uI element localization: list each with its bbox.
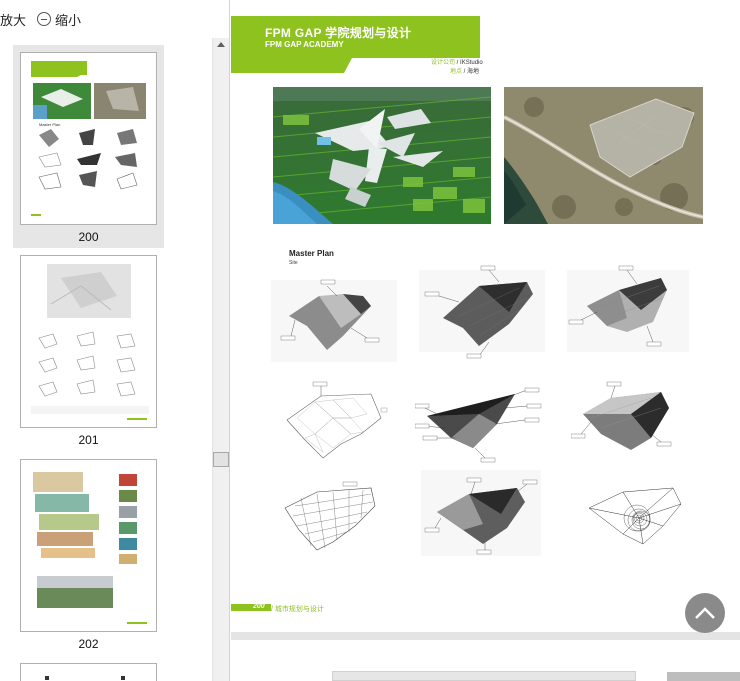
zoom-out-label: 缩小 <box>55 12 82 28</box>
footer-accent-bar <box>231 604 271 611</box>
site-key: 地点 <box>450 69 463 75</box>
thumbnail-page-number: 202 <box>78 637 99 651</box>
site-diagram-5 <box>415 387 542 463</box>
thumbnail-page-number: 201 <box>78 433 99 447</box>
site-diagram-6 <box>571 381 672 450</box>
next-document-page <box>231 640 740 681</box>
zoom-out-icon <box>37 12 52 26</box>
document-subtitle: FPM GAP ACADEMY <box>265 40 344 49</box>
thumbnail-item[interactable]: 201 <box>13 248 164 452</box>
site-diagram-3 <box>567 265 689 352</box>
site-satellite-image <box>504 87 703 224</box>
site-line: 地点 / 海地 <box>450 69 480 75</box>
site-diagram-4 <box>286 381 388 459</box>
scrollbar-thumb[interactable] <box>213 452 229 467</box>
footer-page-number: 200 <box>253 603 265 610</box>
campus-render-image <box>273 87 491 224</box>
zoom-in-label: 放大 <box>0 12 27 28</box>
pdf-viewer-window: 放大 缩小 Master Plan 200 201 202 FPM GAP 学院… <box>0 0 740 681</box>
scroll-up-arrow-icon[interactable] <box>217 42 225 47</box>
site-diagram-9 <box>588 487 682 545</box>
page-separator <box>231 632 740 640</box>
thumbnail-page-image <box>20 663 157 681</box>
thumbnail-page-image: Master Plan <box>20 52 157 225</box>
thumbnail-item[interactable]: Master Plan 200 <box>13 45 164 248</box>
document-view[interactable]: FPM GAP 学院规划与设计 FPM GAP ACADEMY 设计公司 / I… <box>231 0 740 681</box>
masterplan-title: Master Plan <box>289 249 334 258</box>
thumbnail-item[interactable] <box>13 656 164 681</box>
masterplan-diagram-panel: Master Plan Site <box>271 246 691 556</box>
site-diagram-1 <box>271 279 397 362</box>
next-page-image-edge <box>332 671 636 681</box>
site-value: 海地 <box>467 69 480 75</box>
next-page-grey-block <box>667 672 740 681</box>
back-to-top-button[interactable] <box>685 593 725 633</box>
thumbnail-item[interactable]: 202 <box>13 452 164 656</box>
thumbnail-page-image <box>20 255 157 428</box>
thumbnail-pane: 放大 缩小 Master Plan 200 201 202 <box>0 0 230 681</box>
thumbnail-list: Master Plan 200 201 202 <box>0 38 212 681</box>
site-diagram-7 <box>284 481 376 551</box>
document-title: FPM GAP 学院规划与设计 <box>265 26 412 40</box>
footer-section-label: / 城市规划与设计 <box>271 606 324 613</box>
zoom-out-button[interactable]: 缩小 <box>26 10 81 29</box>
zoom-in-button[interactable]: 放大 <box>0 10 26 29</box>
document-page: FPM GAP 学院规划与设计 FPM GAP ACADEMY 设计公司 / I… <box>231 16 740 632</box>
svg-text:Master Plan: Master Plan <box>39 122 60 127</box>
thumbnail-page-number: 200 <box>78 230 99 244</box>
thumbnail-page-image <box>20 459 157 632</box>
zoom-toolbar: 放大 缩小 <box>0 0 212 38</box>
chevron-up-icon <box>695 607 715 619</box>
footer-label: 城市规划与设计 <box>274 606 324 613</box>
designer-line: 设计公司 / IKStudio <box>431 60 483 66</box>
site-diagram-2 <box>419 265 545 359</box>
site-diagram-8 <box>421 470 541 556</box>
thumbnail-scrollbar[interactable] <box>212 38 229 681</box>
